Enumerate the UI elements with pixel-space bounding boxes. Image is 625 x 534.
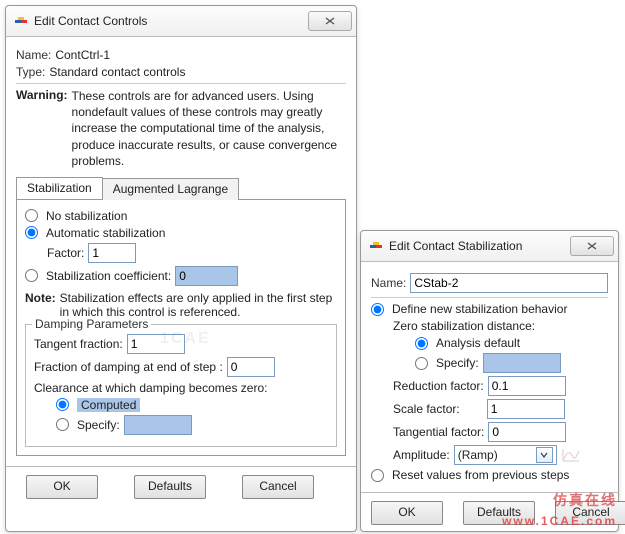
reset-values-radio[interactable]: [371, 469, 384, 482]
tangent-fraction-input[interactable]: [127, 334, 185, 354]
app-icon: [14, 14, 28, 28]
chevron-down-icon: [536, 447, 553, 463]
scale-input[interactable]: [487, 399, 565, 419]
fraction-damping-label: Fraction of damping at end of step :: [34, 360, 223, 374]
ok-button[interactable]: OK: [26, 475, 98, 499]
tangent-fraction-label: Tangent fraction:: [34, 337, 123, 351]
define-new-radio[interactable]: [371, 303, 384, 316]
tangential-input[interactable]: [488, 422, 566, 442]
warning-text: These controls are for advanced users. U…: [72, 88, 346, 169]
close-button[interactable]: [570, 236, 614, 256]
defaults-button[interactable]: Defaults: [463, 501, 535, 525]
tab-augmented-lagrange[interactable]: Augmented Lagrange: [102, 178, 239, 200]
clearance-specify-label: Specify:: [77, 418, 120, 432]
warning-label: Warning:: [16, 88, 68, 102]
dialog-title: Edit Contact Stabilization: [389, 239, 522, 253]
reset-values-label: Reset values from previous steps: [392, 468, 569, 482]
edit-contact-controls-dialog: Edit Contact Controls Name: ContCtrl-1 T…: [5, 5, 357, 532]
fraction-damping-input[interactable]: [227, 357, 275, 377]
clearance-computed-radio[interactable]: [56, 398, 69, 411]
dialog-title: Edit Contact Controls: [34, 14, 147, 28]
zero-specify-radio[interactable]: [415, 357, 428, 370]
automatic-stabilization-radio[interactable]: [25, 226, 38, 239]
zero-specify-input[interactable]: [483, 353, 561, 373]
amplitude-plot-icon[interactable]: [561, 447, 581, 463]
note-label: Note:: [25, 291, 56, 305]
factor-input[interactable]: [88, 243, 136, 263]
define-new-label: Define new stabilization behavior: [392, 302, 567, 316]
amplitude-value: (Ramp): [458, 448, 498, 462]
factor-label: Factor:: [47, 246, 84, 260]
reduction-input[interactable]: [488, 376, 566, 396]
name-label: Name:: [16, 48, 51, 62]
name-value: ContCtrl-1: [55, 48, 110, 62]
edit-contact-stabilization-dialog: Edit Contact Stabilization Name: Define …: [360, 230, 619, 532]
amplitude-dropdown[interactable]: (Ramp): [454, 445, 557, 465]
amplitude-label: Amplitude:: [393, 448, 450, 462]
app-icon: [369, 239, 383, 253]
name-label: Name:: [371, 276, 406, 290]
close-button[interactable]: [308, 11, 352, 31]
clearance-computed-label: Computed: [77, 398, 140, 412]
clearance-specify-input[interactable]: [124, 415, 192, 435]
stabilization-coefficient-radio[interactable]: [25, 269, 38, 282]
tab-stabilization[interactable]: Stabilization: [16, 177, 103, 199]
defaults-button[interactable]: Defaults: [134, 475, 206, 499]
zero-specify-label: Specify:: [436, 356, 479, 370]
titlebar: Edit Contact Stabilization: [361, 231, 618, 262]
clearance-specify-radio[interactable]: [56, 418, 69, 431]
zero-stab-label: Zero stabilization distance:: [393, 319, 535, 333]
no-stabilization-radio[interactable]: [25, 209, 38, 222]
ok-button[interactable]: OK: [371, 501, 443, 525]
automatic-stabilization-label: Automatic stabilization: [46, 226, 165, 240]
cancel-button[interactable]: Cancel: [555, 501, 625, 525]
titlebar: Edit Contact Controls: [6, 6, 356, 37]
clearance-label: Clearance at which damping becomes zero:: [34, 381, 267, 395]
note-text: Stabilization effects are only applied i…: [60, 291, 337, 319]
tangential-label: Tangential factor:: [393, 425, 484, 439]
scale-label: Scale factor:: [393, 402, 483, 416]
reduction-label: Reduction factor:: [393, 379, 484, 393]
name-input[interactable]: [410, 273, 608, 293]
analysis-default-label: Analysis default: [436, 336, 520, 350]
type-value: Standard contact controls: [49, 65, 185, 79]
type-label: Type:: [16, 65, 45, 79]
stabilization-coefficient-label: Stabilization coefficient:: [46, 269, 171, 283]
cancel-button[interactable]: Cancel: [242, 475, 314, 499]
damping-parameters-legend: Damping Parameters: [32, 317, 151, 331]
no-stabilization-label: No stabilization: [46, 209, 127, 223]
stabilization-coefficient-input[interactable]: [175, 266, 238, 286]
analysis-default-radio[interactable]: [415, 337, 428, 350]
